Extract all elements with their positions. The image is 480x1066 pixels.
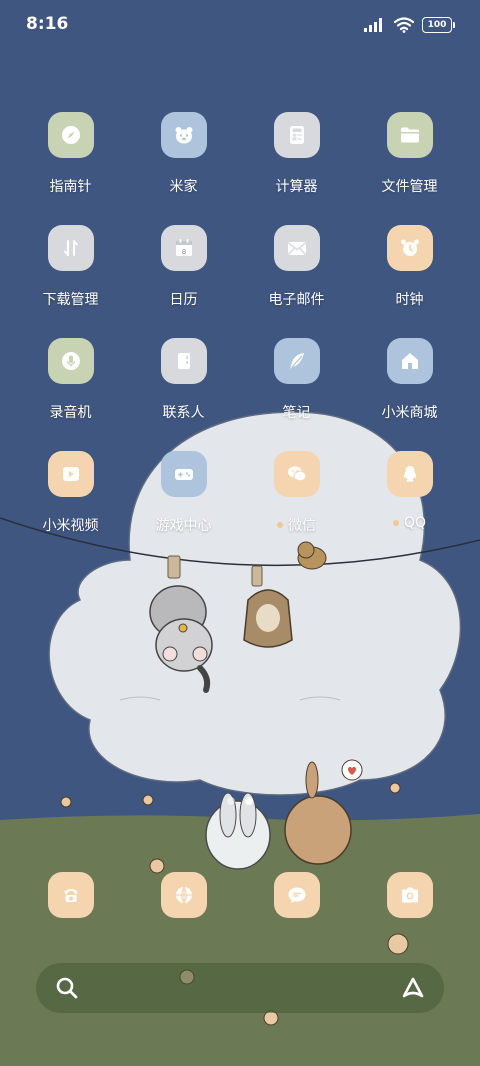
app-label: 微信 [288,518,316,534]
app-clock[interactable]: 时钟 [353,225,466,338]
feather-icon[interactable] [273,338,320,384]
app-file-manager[interactable]: 文件管理 [353,112,466,225]
app-label: 游戏中心 [155,518,212,534]
gamepad-icon[interactable] [160,451,207,497]
app-mi-store[interactable]: 小米商城 [353,338,466,451]
store-icon[interactable] [386,338,433,384]
wechat-icon[interactable] [273,451,320,497]
app-label: 联系人 [162,405,205,421]
app-game-center[interactable]: 游戏中心 [127,451,240,564]
app-compass[interactable]: 指南针 [14,112,127,225]
qq-penguin-icon[interactable] [386,451,433,497]
folder-icon[interactable] [386,112,433,158]
app-grid: 指南针 米家 计算器 文件管理 下载管理 8 日历 电子邮件 时钟 录音机 联系… [14,112,466,564]
download-icon[interactable] [47,225,94,271]
new-notification-dot [277,522,283,528]
contacts-icon[interactable] [160,338,207,384]
app-contacts[interactable]: 联系人 [127,338,240,451]
dock-phone[interactable] [14,872,127,918]
compass-icon[interactable] [47,112,94,158]
calendar-date: 8 [181,247,185,256]
battery-icon: 100 [422,17,455,33]
page-indicator[interactable] [0,797,480,805]
app-label: 米家 [169,179,198,195]
app-label: QQ [403,515,427,531]
status-bar: 8:16 100 [0,0,480,52]
search-bar[interactable] [36,963,444,1013]
app-label: 指南针 [49,179,92,195]
app-wechat[interactable]: 微信 [240,451,353,564]
mail-icon[interactable] [273,225,320,271]
status-icons: 100 [364,15,455,35]
app-row: 小米视频 游戏中心 微信 QQ [14,451,466,564]
camera-icon[interactable] [386,872,433,918]
app-label: 笔记 [282,405,311,421]
app-notes[interactable]: 笔记 [240,338,353,451]
dock-messages[interactable] [240,872,353,918]
new-notification-dot [392,520,399,526]
browser-icon[interactable] [160,872,207,918]
app-label: 电子邮件 [268,292,325,308]
app-mi-video[interactable]: 小米视频 [14,451,127,564]
app-label: 小米视频 [42,518,99,534]
search-icon[interactable] [54,975,80,1001]
assistant-icon[interactable] [400,975,426,1001]
page-dot-active[interactable] [245,797,253,805]
messages-icon[interactable] [273,872,320,918]
page-dot[interactable] [227,797,235,805]
calculator-icon[interactable] [273,112,320,158]
phone-icon[interactable] [47,872,94,918]
wifi-icon [394,17,414,33]
app-qq[interactable]: QQ [353,451,466,564]
video-icon[interactable] [47,451,94,497]
app-row: 下载管理 8 日历 电子邮件 时钟 [14,225,466,338]
app-calendar[interactable]: 8 日历 [127,225,240,338]
status-time: 8:16 [26,14,69,34]
app-label: 计算器 [275,179,318,195]
dock-camera[interactable] [353,872,466,918]
app-label: 录音机 [49,405,92,421]
app-label: 下载管理 [42,292,99,308]
app-row: 录音机 联系人 笔记 小米商城 [14,338,466,451]
app-label: 小米商城 [381,405,438,421]
dock-browser[interactable] [127,872,240,918]
app-download-manager[interactable]: 下载管理 [14,225,127,338]
app-row: 指南针 米家 计算器 文件管理 [14,112,466,225]
alarm-clock-icon[interactable] [386,225,433,271]
signal-icon [364,18,382,32]
battery-level: 100 [427,20,447,30]
app-recorder[interactable]: 录音机 [14,338,127,451]
dock [14,872,466,918]
calendar-icon[interactable]: 8 [160,225,207,271]
mijia-bear-icon[interactable] [160,112,207,158]
app-mijia[interactable]: 米家 [127,112,240,225]
app-label: 日历 [169,292,198,308]
app-label: 时钟 [395,292,424,308]
app-calculator[interactable]: 计算器 [240,112,353,225]
app-label: 文件管理 [381,179,438,195]
microphone-icon[interactable] [47,338,94,384]
app-email[interactable]: 电子邮件 [240,225,353,338]
